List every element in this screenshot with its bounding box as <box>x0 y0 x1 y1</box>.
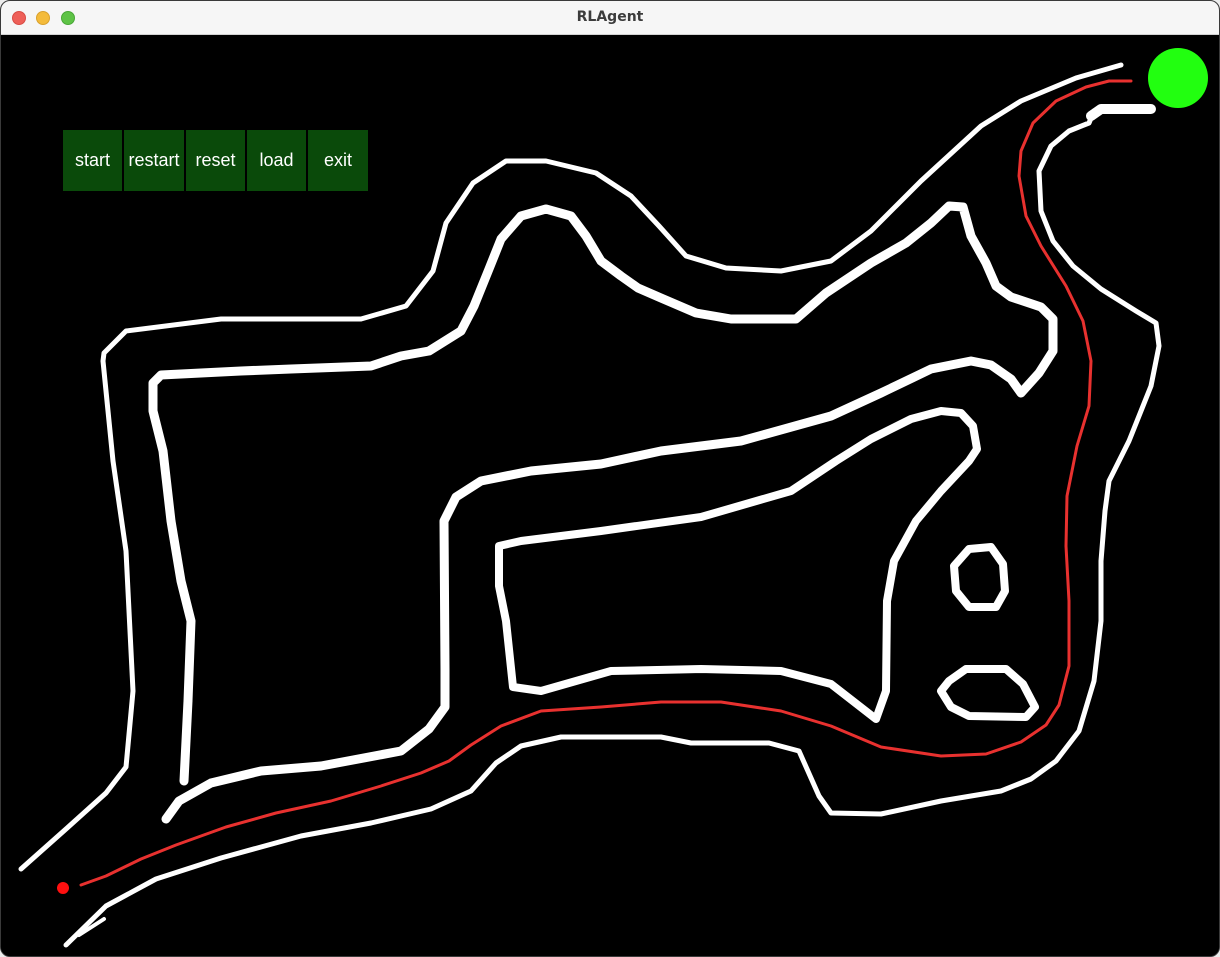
app-window: RLAgent start restart reset load exit <box>0 0 1220 957</box>
load-button[interactable]: load <box>247 130 308 191</box>
obstacle-lower <box>937 665 1039 721</box>
restart-button[interactable]: restart <box>124 130 186 191</box>
center-island <box>495 407 981 723</box>
window-title: RLAgent <box>576 9 644 25</box>
agent-trajectory <box>79 79 1133 887</box>
control-toolbar: start restart reset load exit <box>63 130 368 191</box>
start-button[interactable]: start <box>63 130 124 191</box>
goal-marker <box>1148 48 1208 108</box>
reset-button[interactable]: reset <box>186 130 247 191</box>
title-bar[interactable]: RLAgent <box>1 1 1219 35</box>
goal-entry-wall <box>1086 104 1156 121</box>
exit-button[interactable]: exit <box>308 130 368 191</box>
obstacle-upper <box>950 543 1009 611</box>
game-canvas[interactable]: start restart reset load exit <box>1 35 1219 956</box>
agent-marker <box>57 882 69 894</box>
